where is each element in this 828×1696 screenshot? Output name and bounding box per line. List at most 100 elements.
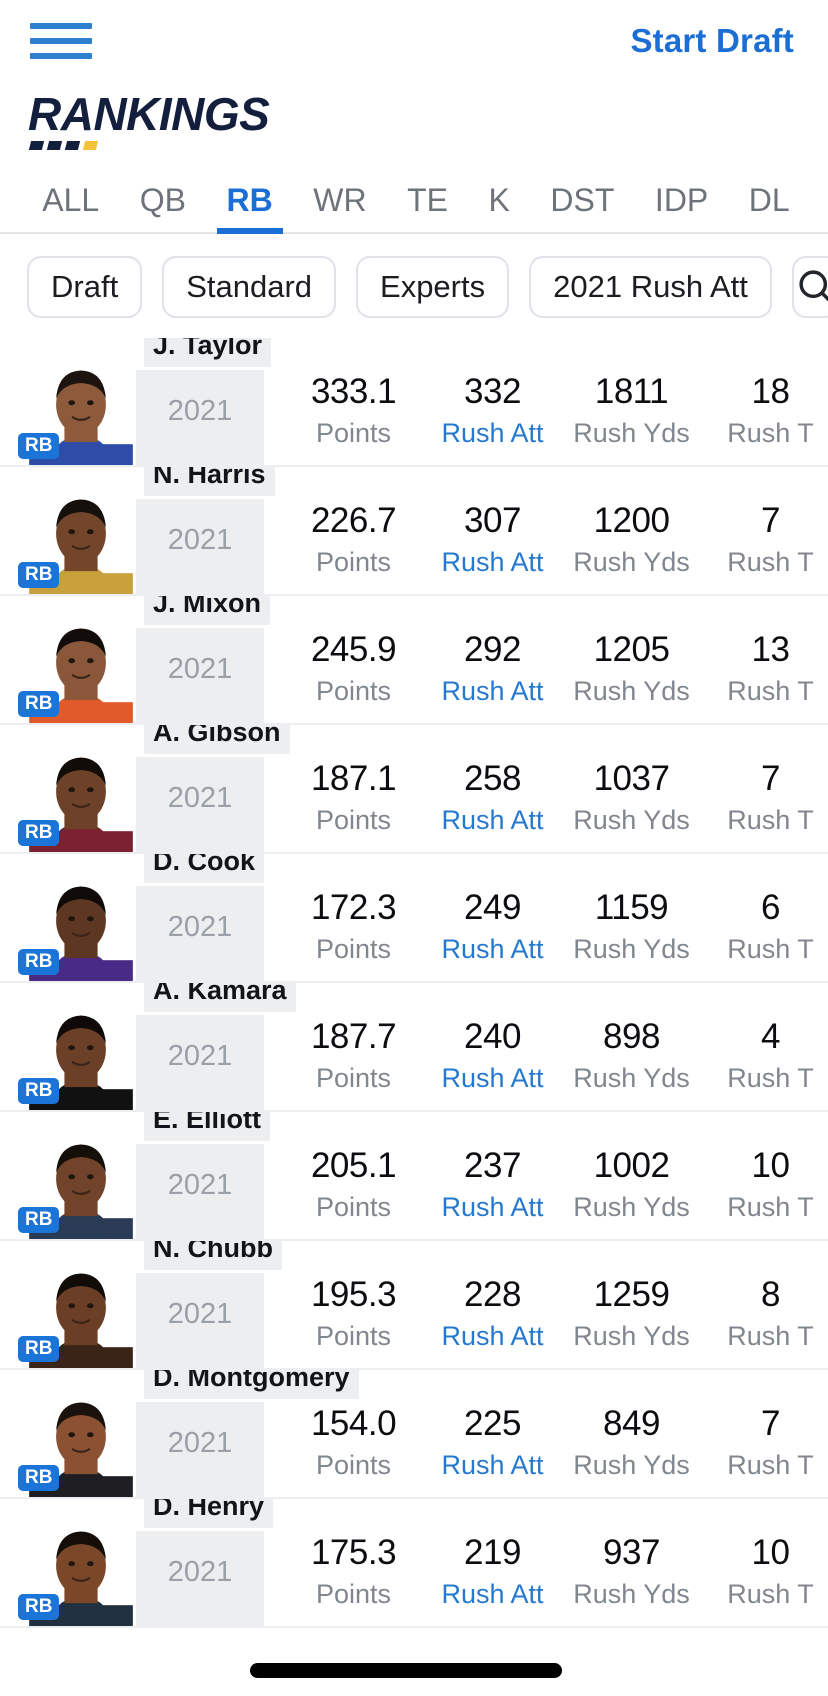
brand-dash — [46, 141, 63, 151]
stat-points: 226.7 Points — [284, 503, 423, 578]
stat-points-label: Points — [315, 1450, 392, 1481]
stat-rush-yds[interactable]: 1811 Rush Yds — [562, 374, 701, 449]
stat-rush-att[interactable]: 332 Rush Att — [423, 374, 562, 449]
hamburger-menu-icon[interactable] — [30, 19, 92, 63]
stat-rush-td[interactable]: 7 Rush T — [701, 1406, 828, 1481]
filter-chip-standard[interactable]: Standard — [162, 256, 337, 319]
hamburger-bar — [30, 38, 92, 44]
player-row[interactable]: RB J. Mixon 2021 245.9 Points 292 Rush Att 1205… — [0, 596, 828, 726]
position-badge: RB — [18, 562, 60, 589]
brand-logo: RANKINGS — [0, 82, 828, 160]
brand-dash — [28, 141, 45, 151]
stat-rush-td-value: 6 — [761, 888, 780, 928]
stat-rush-att[interactable]: 237 Rush Att — [423, 1148, 562, 1223]
stat-rush-yds[interactable]: 1002 Rush Yds — [562, 1148, 701, 1223]
tab-idp[interactable]: IDP — [635, 182, 729, 232]
stat-rush-td-value: 7 — [761, 759, 780, 799]
filter-chip-draft[interactable]: Draft — [27, 256, 143, 319]
stat-rush-yds[interactable]: 1205 Rush Yds — [562, 632, 701, 707]
stat-rush-td[interactable]: 7 Rush T — [701, 761, 828, 836]
player-name-block: J. Mixon 2021 — [136, 596, 284, 724]
stat-rush-td-label: Rush T — [727, 934, 814, 965]
stat-rush-yds[interactable]: 937 Rush Yds — [562, 1535, 701, 1610]
stat-points: 187.7 Points — [284, 1019, 423, 1094]
player-row[interactable]: RB D. Cook 2021 172.3 Points 249 Rush Att 1159 R… — [0, 854, 828, 984]
stat-rush-td[interactable]: 7 Rush T — [701, 503, 828, 578]
stat-points-value: 333.1 — [310, 372, 397, 412]
stat-rush-att[interactable]: 292 Rush Att — [423, 632, 562, 707]
stat-rush-yds-value: 1200 — [593, 501, 670, 541]
stat-rush-yds[interactable]: 898 Rush Yds — [562, 1019, 701, 1094]
player-name-block: J. Taylor 2021 — [136, 338, 284, 466]
player-row[interactable]: RB N. Chubb 2021 195.3 Points 228 Rush Att 1259… — [0, 1241, 828, 1371]
stat-rush-att[interactable]: 307 Rush Att — [423, 503, 562, 578]
stat-rush-yds-value: 1205 — [593, 630, 670, 670]
tab-wr[interactable]: WR — [293, 182, 387, 232]
player-avatar: RB — [18, 338, 136, 466]
player-row[interactable]: RB N. Harris 2021 226.7 Points 307 Rush Att 120… — [0, 467, 828, 597]
search-button[interactable] — [791, 256, 828, 319]
player-row[interactable]: RB A. Kamara 2021 187.7 Points 240 Rush Att 898… — [0, 983, 828, 1113]
tab-k[interactable]: K — [468, 182, 530, 232]
player-name: A. Gibson — [144, 725, 290, 755]
filter-chip-2021-rush-att[interactable]: 2021 Rush Att — [529, 256, 772, 319]
player-avatar: RB — [18, 1499, 136, 1627]
stat-rush-td[interactable]: 8 Rush T — [701, 1277, 828, 1352]
tab-rb[interactable]: RB — [206, 182, 293, 232]
stat-points-label: Points — [315, 1063, 392, 1094]
player-row[interactable]: RB D. Montgomery 2021 154.0 Points 225 Rush At… — [0, 1370, 828, 1500]
stat-rush-yds[interactable]: 1200 Rush Yds — [562, 503, 701, 578]
stat-rush-yds[interactable]: 849 Rush Yds — [562, 1406, 701, 1481]
tab-dl[interactable]: DL — [729, 182, 810, 232]
player-row[interactable]: RB E. Elliott 2021 205.1 Points 237 Rush Att 10… — [0, 1112, 828, 1242]
stat-rush-att[interactable]: 240 Rush Att — [423, 1019, 562, 1094]
stat-rush-td[interactable]: 18 Rush T — [701, 374, 828, 449]
stat-rush-att[interactable]: 219 Rush Att — [423, 1535, 562, 1610]
stat-rush-att-label: Rush Att — [441, 1192, 544, 1223]
stat-rush-yds[interactable]: 1259 Rush Yds — [562, 1277, 701, 1352]
season-year: 2021 — [136, 628, 264, 724]
stat-rush-td[interactable]: 13 Rush T — [701, 632, 828, 707]
player-rankings-list: RB J. Taylor 2021 333.1 Points 332 Rush Att 181… — [0, 338, 828, 1629]
stat-rush-td[interactable]: 10 Rush T — [701, 1148, 828, 1223]
stat-rush-att-label: Rush Att — [441, 1321, 544, 1352]
stat-rush-att[interactable]: 228 Rush Att — [423, 1277, 562, 1352]
stat-rush-yds-value: 937 — [603, 1533, 660, 1573]
season-year: 2021 — [136, 1144, 264, 1240]
stat-rush-att[interactable]: 225 Rush Att — [423, 1406, 562, 1481]
stat-rush-td[interactable]: 6 Rush T — [701, 890, 828, 965]
stat-points-value: 205.1 — [310, 1146, 397, 1186]
position-badge: RB — [18, 949, 60, 976]
player-name: J. Taylor — [144, 338, 272, 368]
stat-rush-att-label: Rush Att — [441, 805, 544, 836]
stat-points-value: 154.0 — [310, 1404, 397, 1444]
position-badge: RB — [18, 1594, 60, 1621]
player-row[interactable]: RB D. Henry 2021 175.3 Points 219 Rush Att 937 R… — [0, 1499, 828, 1629]
player-row[interactable]: RB J. Taylor 2021 333.1 Points 332 Rush Att 181… — [0, 338, 828, 468]
stat-rush-td-label: Rush T — [727, 547, 814, 578]
stat-rush-yds[interactable]: 1037 Rush Yds — [562, 761, 701, 836]
position-badge: RB — [18, 1207, 60, 1234]
stat-points-label: Points — [315, 805, 392, 836]
stat-rush-att[interactable]: 258 Rush Att — [423, 761, 562, 836]
brand-dash-accent — [82, 141, 99, 151]
player-avatar: RB — [18, 596, 136, 724]
player-avatar: RB — [18, 854, 136, 982]
stat-rush-att[interactable]: 249 Rush Att — [423, 890, 562, 965]
tab-qb[interactable]: QB — [119, 182, 206, 232]
stat-rush-yds[interactable]: 1159 Rush Yds — [562, 890, 701, 965]
stat-points: 245.9 Points — [284, 632, 423, 707]
stat-rush-td[interactable]: 10 Rush T — [701, 1535, 828, 1610]
tab-all[interactable]: ALL — [22, 182, 119, 232]
player-name: N. Harris — [144, 467, 275, 497]
player-row[interactable]: RB A. Gibson 2021 187.1 Points 258 Rush Att 103… — [0, 725, 828, 855]
stat-points-label: Points — [315, 934, 392, 965]
stat-rush-td[interactable]: 4 Rush T — [701, 1019, 828, 1094]
tab-te[interactable]: TE — [387, 182, 468, 232]
player-stats: 205.1 Points 237 Rush Att 1002 Rush Yds 10 Rush… — [284, 1112, 828, 1223]
tab-dst[interactable]: DST — [530, 182, 635, 232]
position-badge: RB — [18, 1465, 60, 1492]
start-draft-button[interactable]: Start Draft — [630, 22, 794, 60]
stat-rush-td-value: 8 — [761, 1275, 780, 1315]
filter-chip-experts[interactable]: Experts — [356, 256, 510, 319]
